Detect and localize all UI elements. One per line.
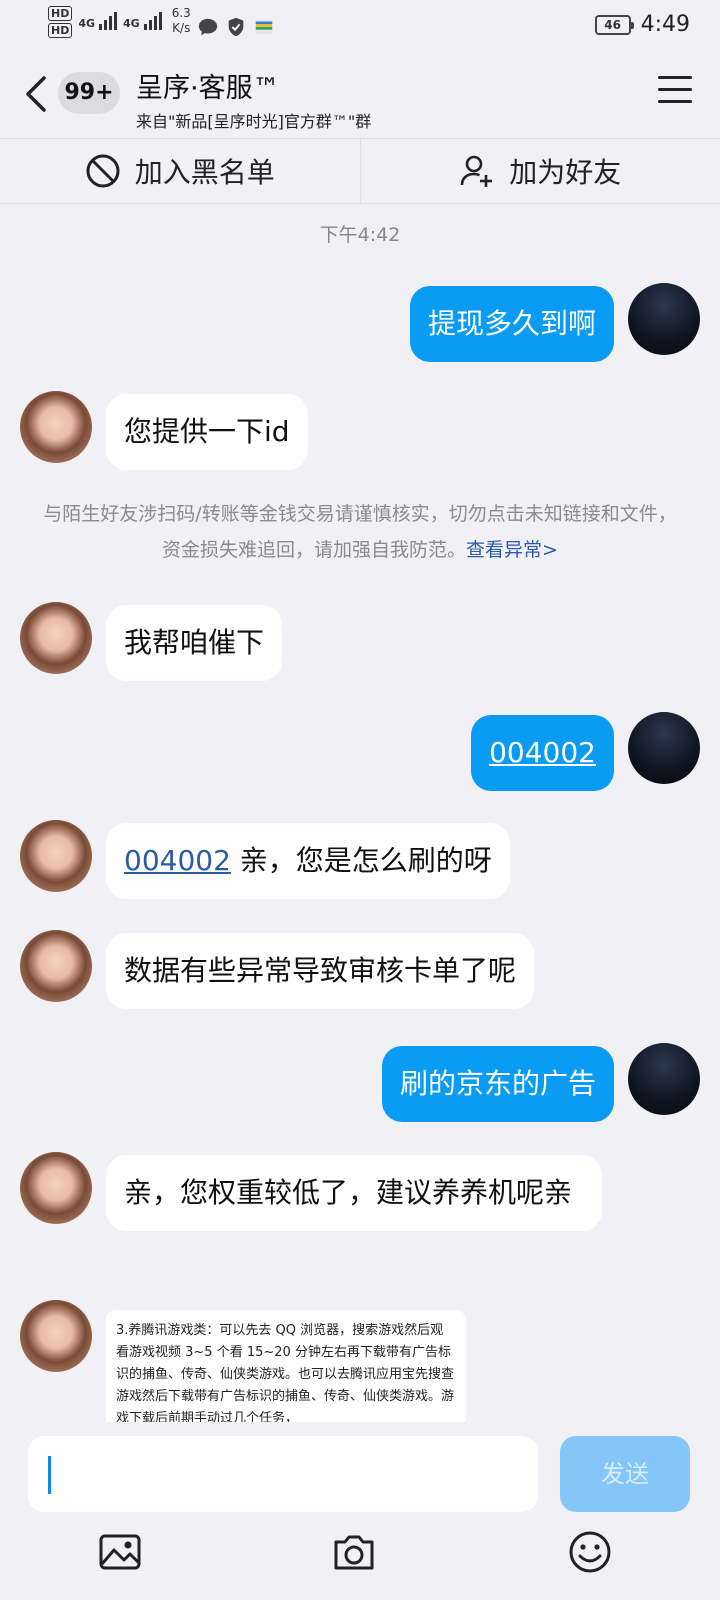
wallet-icon	[255, 19, 273, 35]
id-link[interactable]: 004002	[489, 736, 596, 769]
message-bubble-incoming[interactable]: 数据有些异常导致审核卡单了呢	[106, 933, 535, 1009]
text-caret	[48, 1456, 51, 1494]
send-button[interactable]: 发送	[560, 1436, 690, 1512]
avatar[interactable]	[20, 1300, 92, 1372]
chat-timestamp: 下午4:42	[319, 224, 401, 246]
avatar[interactable]	[628, 712, 700, 784]
avatar[interactable]	[20, 1152, 92, 1224]
status-time: 4:49	[640, 12, 690, 37]
chat-subtitle: 来自"新品[呈序时光]官方群™"群	[136, 112, 372, 131]
avatar[interactable]	[628, 283, 700, 355]
avatar[interactable]	[20, 930, 92, 1002]
shield-icon	[228, 17, 244, 37]
add-friend-button[interactable]: 加为好友	[359, 139, 720, 203]
blacklist-button[interactable]: 加入黑名单	[0, 139, 360, 203]
image-icon[interactable]	[96, 1528, 144, 1576]
menu-icon[interactable]	[658, 76, 694, 106]
message-text: 亲，您是怎么刷的呀	[230, 844, 492, 877]
input-toolbar	[0, 1528, 720, 1588]
message-bubble-incoming[interactable]: 我帮咱催下	[106, 605, 283, 681]
view-exception-link[interactable]: 查看异常>	[466, 539, 558, 561]
input-area: 发送	[0, 1424, 720, 1600]
chat-title: 呈序·客服™	[136, 73, 280, 104]
add-friend-label: 加为好友	[509, 156, 622, 189]
avatar[interactable]	[20, 391, 92, 463]
signal-icon-2: 4G	[123, 12, 162, 30]
chat-header: 99+ 呈序·客服™ 来自"新品[呈序时光]官方群™"群	[0, 50, 720, 138]
message-bubble-outgoing[interactable]: 刷的京东的广告	[381, 1046, 614, 1122]
battery-icon: 46	[594, 14, 634, 35]
security-notice: 与陌生好友涉扫码/转账等金钱交易请谨慎核实，切勿点击未知链接和文件，资金损失难追…	[40, 496, 680, 568]
emoji-icon[interactable]	[566, 1528, 614, 1576]
message-input[interactable]	[28, 1436, 538, 1512]
unread-badge[interactable]: 99+	[58, 72, 120, 114]
avatar[interactable]	[628, 1043, 700, 1115]
back-arrow-icon[interactable]	[22, 74, 52, 114]
message-bubble-incoming[interactable]: 004002 亲，您是怎么刷的呀	[106, 823, 510, 899]
camera-icon[interactable]	[330, 1528, 378, 1576]
action-bar: 加入黑名单 加为好友	[0, 138, 720, 204]
message-bubble-outgoing[interactable]: 提现多久到啊	[409, 286, 614, 362]
add-user-icon	[460, 155, 493, 187]
block-icon	[86, 154, 120, 188]
net-speed: 6.3 K/s	[172, 6, 191, 36]
message-icon	[198, 18, 217, 36]
blacklist-label: 加入黑名单	[134, 156, 275, 189]
net-speed-unit: K/s	[172, 21, 191, 35]
hd2-label: HD	[48, 23, 73, 38]
message-bubble-incoming[interactable]: 您提供一下id	[106, 394, 308, 470]
hd-indicator: HD HD	[48, 6, 73, 38]
net1-label: 4G	[78, 17, 96, 30]
avatar[interactable]	[20, 602, 92, 674]
signal-icon: 4G	[78, 12, 118, 30]
message-bubble-outgoing[interactable]: 004002	[471, 715, 614, 791]
id-link[interactable]: 004002	[124, 844, 231, 877]
image-message[interactable]: 3.养腾讯游戏类：可以先去 QQ 浏览器，搜索游戏然后观看游戏视频 3~5 个看…	[106, 1310, 466, 1422]
security-notice-text: 与陌生好友涉扫码/转账等金钱交易请谨慎核实，切勿点击未知链接和文件，资金损失难追…	[43, 503, 677, 561]
hd1-label: HD	[48, 6, 73, 21]
avatar[interactable]	[20, 820, 92, 892]
net-speed-value: 6.3	[171, 6, 191, 20]
image-message-text: 3.养腾讯游戏类：可以先去 QQ 浏览器，搜索游戏然后观看游戏视频 3~5 个看…	[116, 1323, 455, 1422]
status-bar: HD HD 4G 4G 6.3 K/s 46 4:49	[0, 0, 720, 50]
message-bubble-incoming[interactable]: 亲，您权重较低了，建议养养机呢亲	[106, 1155, 602, 1231]
net2-label: 4G	[123, 17, 140, 30]
